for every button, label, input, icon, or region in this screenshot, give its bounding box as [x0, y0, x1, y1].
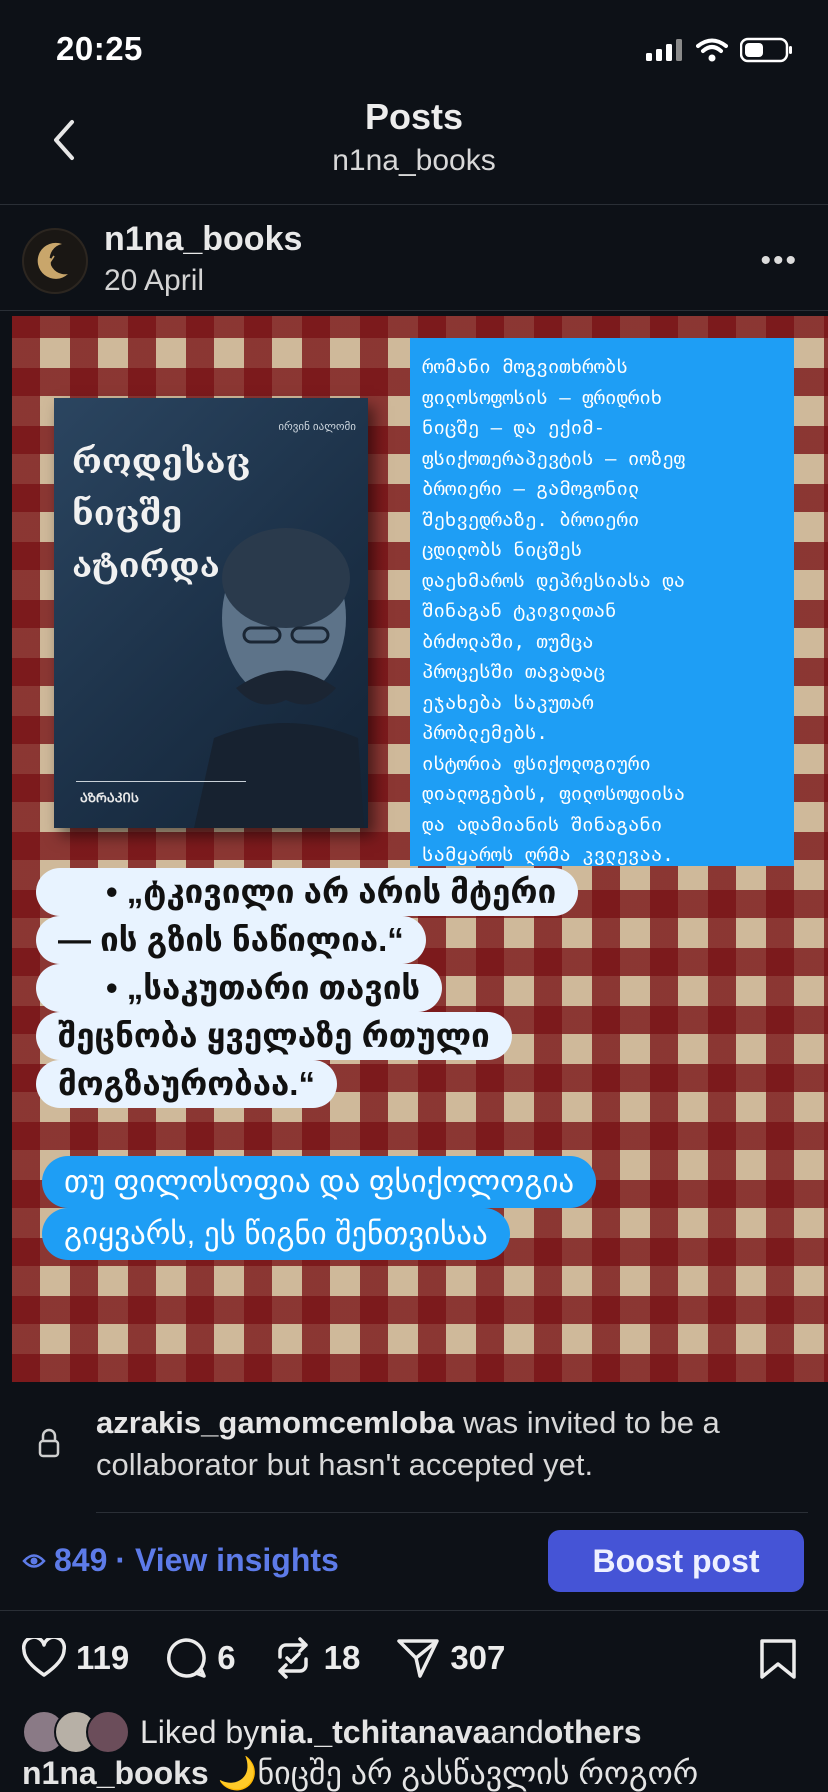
- likes-count: 119: [76, 1639, 130, 1676]
- lock-icon: [38, 1428, 60, 1458]
- comment-button[interactable]: 6: [165, 1637, 236, 1679]
- liker-username[interactable]: nia._tchitanava: [259, 1714, 490, 1751]
- post-image[interactable]: ირვინ იალომი როდესაც ნიცშე ატირდა ᲐᲖᲠᲐᲙᲘ…: [12, 316, 828, 1382]
- quotes-bubble: • „ტკივილი არ არის მტერი — ის გზის ნაწილ…: [36, 868, 762, 1128]
- collaborator-name[interactable]: azrakis_gamomcemloba: [96, 1405, 454, 1440]
- more-icon[interactable]: •••: [760, 244, 798, 278]
- bookmark-icon[interactable]: [758, 1638, 798, 1680]
- avatar[interactable]: [22, 228, 88, 294]
- reposts-count: 18: [323, 1639, 361, 1676]
- share-icon: [397, 1639, 440, 1678]
- post-username[interactable]: n1na_books: [104, 220, 302, 259]
- comments-count: 6: [217, 1639, 236, 1676]
- header-title: Posts: [364, 96, 464, 137]
- comment-icon: [167, 1638, 207, 1678]
- repost-icon: [277, 1637, 308, 1679]
- post-actions: 119 6 18 307: [22, 1636, 812, 1680]
- caption-text: 🌙ნიცშე არ გასწავლის როგორ: [208, 1755, 699, 1791]
- post-caption: n1na_books 🌙ნიცშე არ გასწავლის როგორ: [22, 1754, 828, 1792]
- eye-icon: [22, 1553, 46, 1568]
- book-cover: ირვინ იალომი როდესაც ნიცშე ატირდა ᲐᲖᲠᲐᲙᲘ…: [54, 398, 368, 828]
- view-insights-label: · View insights: [115, 1542, 339, 1578]
- caption-username[interactable]: n1na_books: [22, 1755, 209, 1791]
- boost-post-button[interactable]: Boost post: [548, 1530, 804, 1592]
- repost-button[interactable]: 18: [272, 1637, 361, 1679]
- book-author: ირვინ იალომი: [278, 421, 356, 433]
- portrait-illustration: [194, 528, 364, 828]
- post-date: 20 April: [104, 264, 205, 297]
- heart-icon: [22, 1638, 66, 1677]
- collaborator-notice: azrakis_gamomcemloba was invited to be a…: [96, 1405, 720, 1482]
- status-icons: [646, 34, 794, 66]
- book-publisher: ᲐᲖᲠᲐᲙᲘᲡ: [80, 790, 139, 805]
- cta-bubble: თუ ფილოსოფია და ფსიქოლოგია გიყვარს, ეს წ…: [42, 1156, 828, 1260]
- liker-avatars: [22, 1710, 130, 1754]
- insights-divider: [0, 1610, 828, 1611]
- views-count: 849: [54, 1542, 108, 1578]
- like-button[interactable]: 119: [22, 1638, 129, 1678]
- view-insights-link[interactable]: 849 · View insights: [22, 1542, 339, 1579]
- shares-count: 307: [450, 1639, 506, 1676]
- header-subtitle: n1na_books: [332, 144, 496, 177]
- liked-by[interactable]: Liked by nia._tchitanava and others: [22, 1710, 642, 1754]
- signal-icon: [646, 39, 682, 61]
- header-divider: [0, 204, 828, 205]
- liked-by-others[interactable]: others: [544, 1714, 642, 1751]
- post-header-divider: [0, 310, 828, 311]
- liker-avatar: [86, 1710, 130, 1754]
- battery-icon: [740, 37, 792, 63]
- book-rule: [76, 781, 246, 782]
- moon-logo-icon: [37, 242, 68, 279]
- wifi-icon: [696, 38, 728, 62]
- description-box: რომანი მოგვითხრობს ფილოსოფოსის — ფრიდრიხ…: [410, 338, 794, 866]
- status-time: 20:25: [56, 30, 143, 67]
- share-button[interactable]: 307: [396, 1637, 505, 1679]
- collab-divider: [96, 1512, 808, 1513]
